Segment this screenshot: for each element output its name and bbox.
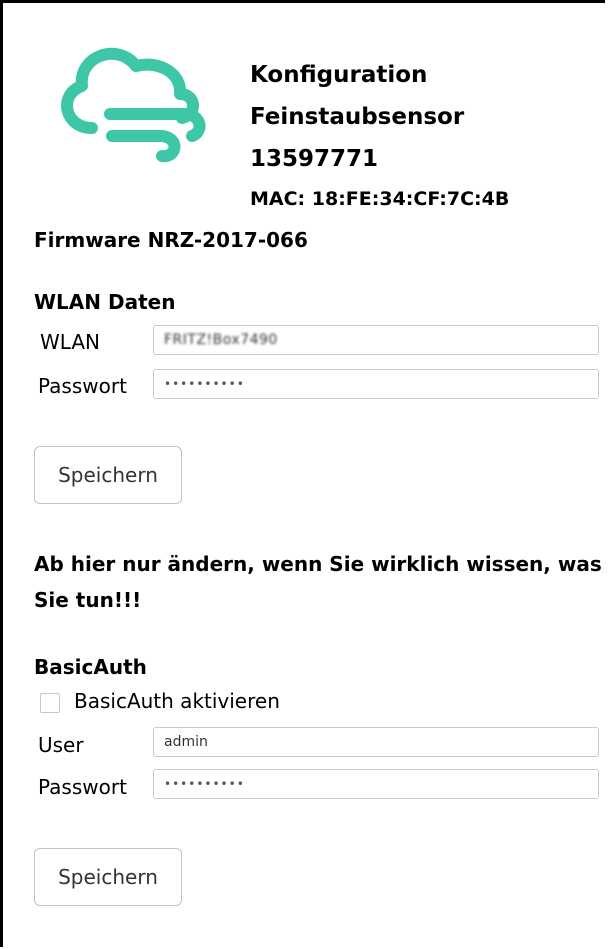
basicauth-user-input[interactable]: admin [153, 727, 599, 757]
firmware-version: Firmware NRZ-2017-066 [34, 228, 308, 252]
basicauth-save-button[interactable]: Speichern [34, 848, 182, 906]
wlan-ssid-label: WLAN [40, 330, 101, 354]
basicauth-password-value: •••••••••• [164, 777, 245, 791]
basicauth-password-label: Passwort [38, 775, 127, 799]
basicauth-password-input[interactable]: •••••••••• [153, 769, 599, 799]
basicauth-enable-label: BasicAuth aktivieren [74, 689, 280, 713]
basicauth-user-value: admin [164, 734, 208, 750]
wlan-ssid-input[interactable]: FRITZ!Box7490 [153, 325, 599, 355]
basicauth-enable-checkbox[interactable] [40, 693, 60, 713]
sensor-id: 13597771 [250, 146, 379, 172]
wlan-ssid-value: FRITZ!Box7490 [164, 332, 278, 348]
wlan-save-button[interactable]: Speichern [34, 446, 182, 504]
basicauth-user-label: User [38, 733, 84, 757]
wlan-password-input[interactable]: •••••••••• [153, 369, 599, 399]
warning-text: Ab hier nur ändern, wenn Sie wirklich wi… [34, 552, 602, 612]
wlan-section-title: WLAN Daten [34, 290, 176, 314]
mac-address: MAC: 18:FE:34:CF:7C:4B [250, 188, 510, 210]
basicauth-section-title: BasicAuth [34, 655, 147, 679]
wlan-password-label: Passwort [38, 374, 127, 398]
title-line1: Konfiguration [250, 62, 428, 88]
cloud-wind-icon [61, 47, 206, 162]
title-line2: Feinstaubsensor [250, 104, 465, 130]
wlan-password-value: •••••••••• [164, 377, 245, 391]
